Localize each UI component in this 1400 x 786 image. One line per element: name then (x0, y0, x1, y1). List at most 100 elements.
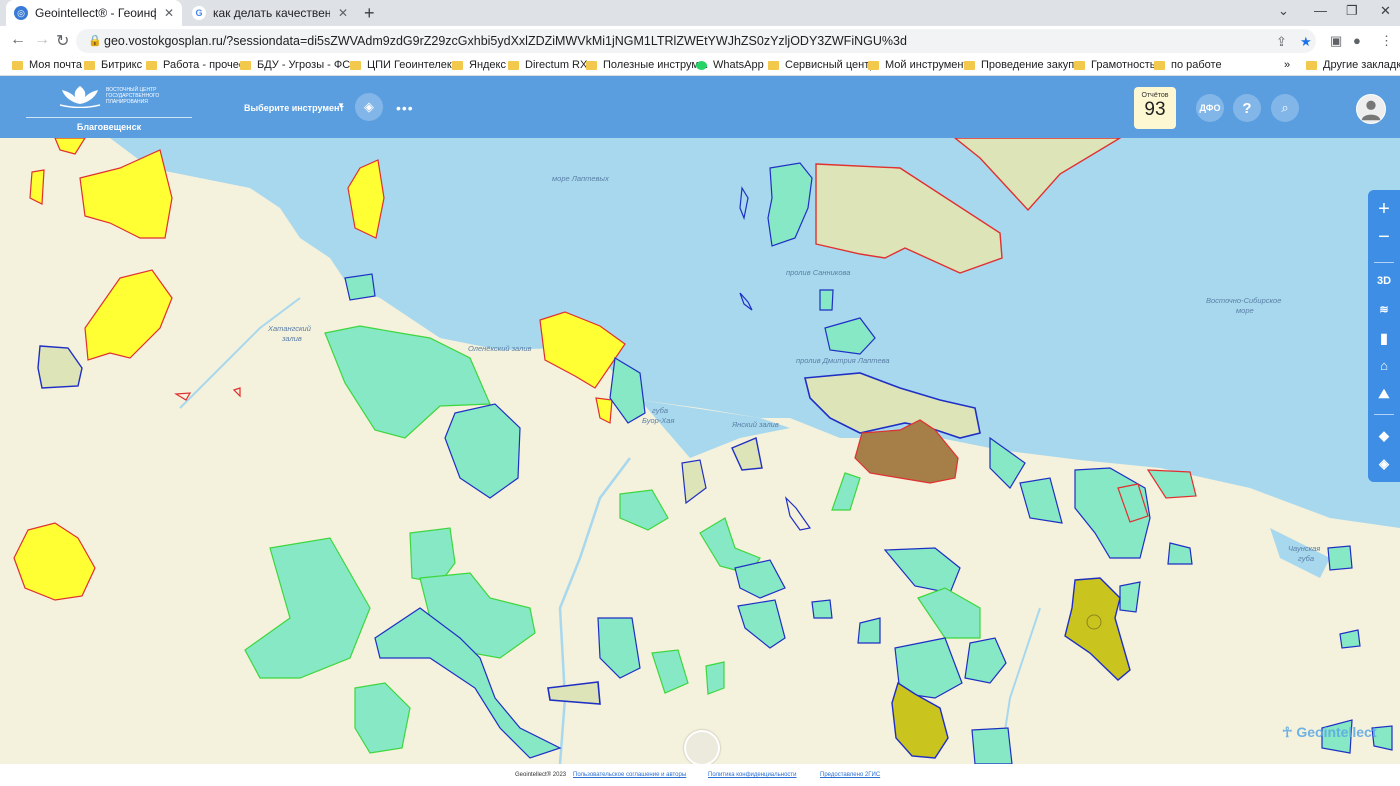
bookmark-item[interactable]: Битрикс (84, 59, 142, 71)
zoom-in-button[interactable]: + (1368, 198, 1400, 221)
divider (26, 117, 192, 118)
map-canvas[interactable]: море Лаптевых пролив Санникова Восточно-… (0, 138, 1400, 764)
bookmark-item[interactable]: Проведение закуп... (964, 59, 1083, 71)
tab-title: Geointellect® - Геоинформацио (35, 6, 156, 20)
lock-icon: 🔒 (88, 35, 102, 47)
map-label: море Лаптевых (552, 174, 609, 183)
map-label: губа (1298, 554, 1315, 563)
bookmark-item[interactable]: Моя почта (12, 59, 82, 71)
privacy-link[interactable]: Политика конфиденциальности (708, 772, 797, 778)
minimap-button[interactable] (684, 730, 720, 766)
forward-icon[interactable]: → (34, 31, 50, 49)
divider (1374, 414, 1394, 415)
city-selector[interactable]: Благовещенск (26, 122, 192, 132)
zone-teal[interactable] (1119, 581, 1141, 613)
terms-link[interactable]: Пользовательское соглашение и авторы (573, 772, 686, 778)
eraser-icon[interactable]: ◆ (1368, 428, 1400, 444)
reports-label: Отчётов (1141, 92, 1169, 99)
wind-icon[interactable]: ≋ (1368, 303, 1400, 316)
search-icon: ⌕ (1281, 100, 1289, 115)
bookmark-star-icon[interactable]: ★ (1300, 34, 1312, 50)
bookmark-item[interactable]: ЦПИ Геоинтелект (350, 59, 457, 71)
reload-icon[interactable]: ↻ (56, 31, 69, 51)
search-button[interactable]: ⌕ (1271, 94, 1299, 122)
back-icon[interactable]: ← (10, 31, 26, 49)
layers-button[interactable]: ◈ (355, 93, 383, 121)
other-bookmarks[interactable]: Другие закладки (1306, 59, 1400, 71)
folder-icon (586, 60, 597, 70)
browser-tabstrip: ◎ Geointellect® - Геоинформацио ✕ G как … (0, 0, 1400, 26)
profile-icon[interactable]: ● (1353, 33, 1361, 48)
folder-icon (84, 60, 95, 70)
map-label: Буор-Хая (642, 416, 675, 425)
folder-icon (1154, 60, 1165, 70)
url-field[interactable]: 🔒 geo.vostokgosplan.ru/?sessiondata=di5s… (76, 29, 1316, 53)
factory-icon[interactable]: ⌂ (1368, 358, 1400, 373)
bookmark-item[interactable]: Мой инструмент (868, 59, 969, 71)
close-tab-icon[interactable]: ✕ (338, 6, 348, 20)
map-label: Восточно-Сибирское (1206, 296, 1282, 305)
tab-geointellect[interactable]: ◎ Geointellect® - Геоинформацио ✕ (6, 0, 182, 26)
bookmark-item[interactable]: Грамотность (1074, 59, 1156, 71)
layers-icon[interactable]: ◈ (1368, 456, 1400, 472)
folder-icon (1306, 60, 1317, 70)
bookmark-item[interactable]: по работе (1154, 59, 1222, 71)
more-menu-button[interactable]: ••• (396, 100, 414, 116)
bookmarks-overflow-button[interactable]: » (1284, 59, 1290, 71)
folder-icon (146, 60, 157, 70)
bookmark-item[interactable]: Directum RX (508, 59, 587, 71)
3d-mode-button[interactable]: 3D (1368, 275, 1400, 287)
close-tab-icon[interactable]: ✕ (164, 6, 174, 20)
tab-search-icon[interactable]: ⌄ (1278, 3, 1289, 19)
reports-counter[interactable]: Отчётов 93 (1134, 87, 1176, 129)
reports-count: 93 (1144, 99, 1166, 120)
terrain-icon[interactable]: ⛰ (1368, 386, 1400, 402)
folder-icon (240, 60, 251, 70)
lotus-logo-icon (59, 86, 101, 108)
folder-icon (1074, 60, 1085, 70)
folder-icon (868, 60, 879, 70)
zoom-out-button[interactable]: − (1368, 226, 1400, 249)
share-icon[interactable]: ⇪ (1276, 34, 1287, 50)
window-close-icon[interactable]: ✕ (1380, 3, 1391, 19)
tool-select-dropdown[interactable]: Выберите инструмент (244, 103, 344, 113)
provider-link[interactable]: Предоставлено 2ГИС (820, 772, 880, 778)
sidepanel-icon[interactable]: ▣ (1330, 33, 1342, 49)
folder-icon (508, 60, 519, 70)
app-header: ВОСТОЧНЫЙ ЦЕНТР ГОСУДАРСТВЕННОГО ПЛАНИРО… (0, 76, 1400, 138)
divider (1374, 262, 1394, 263)
bookmark-item[interactable]: WhatsApp (696, 59, 764, 71)
bookmark-item[interactable]: Сервисный центр (768, 59, 875, 71)
map-label: Оленёкский залив (468, 344, 532, 353)
zone-teal[interactable] (811, 599, 833, 619)
bookmark-item[interactable]: Работа - прочее (146, 59, 245, 71)
bookmark-item[interactable]: Полезные инструм... (586, 59, 708, 71)
copyright-text: Geointellect® 2023 (515, 772, 567, 778)
footer: Geointellect® 2023 Пользовательское согл… (0, 764, 1400, 786)
zone-teal[interactable] (344, 273, 376, 301)
folder-icon (452, 60, 463, 70)
zone-teal[interactable] (819, 289, 834, 311)
logo[interactable]: ВОСТОЧНЫЙ ЦЕНТР ГОСУДАРСТВЕННОГО ПЛАНИРО… (58, 84, 166, 108)
tab-google-search[interactable]: G как делать качественные сним ✕ (184, 0, 356, 26)
bookmark-item[interactable]: БДУ - Угрозы - ФС... (240, 59, 359, 71)
map-label: Хатангский (268, 324, 311, 333)
user-avatar[interactable] (1356, 94, 1386, 124)
minimize-icon[interactable]: — (1314, 3, 1327, 18)
zone-teal[interactable] (1327, 545, 1353, 571)
zone-teal[interactable] (971, 727, 1013, 764)
menu-dots-icon[interactable]: ⋮ (1380, 33, 1393, 49)
caret-down-icon[interactable]: ▼ (337, 101, 345, 110)
new-tab-button[interactable]: + (364, 3, 375, 24)
zone-teal[interactable] (705, 661, 725, 695)
url-text: geo.vostokgosplan.ru/?sessiondata=di5sZW… (104, 34, 907, 48)
folder-icon (12, 60, 23, 70)
bookmark-item[interactable]: Яндекс (452, 59, 506, 71)
help-button[interactable]: ? (1233, 94, 1261, 122)
zone-yellow[interactable] (29, 169, 45, 205)
dfo-button[interactable]: ДФО (1196, 94, 1224, 122)
map-svg[interactable] (0, 138, 1400, 764)
restore-icon[interactable]: ❐ (1346, 3, 1358, 19)
user-icon (1361, 100, 1381, 121)
traffic-light-icon[interactable]: ▮ (1368, 330, 1400, 347)
